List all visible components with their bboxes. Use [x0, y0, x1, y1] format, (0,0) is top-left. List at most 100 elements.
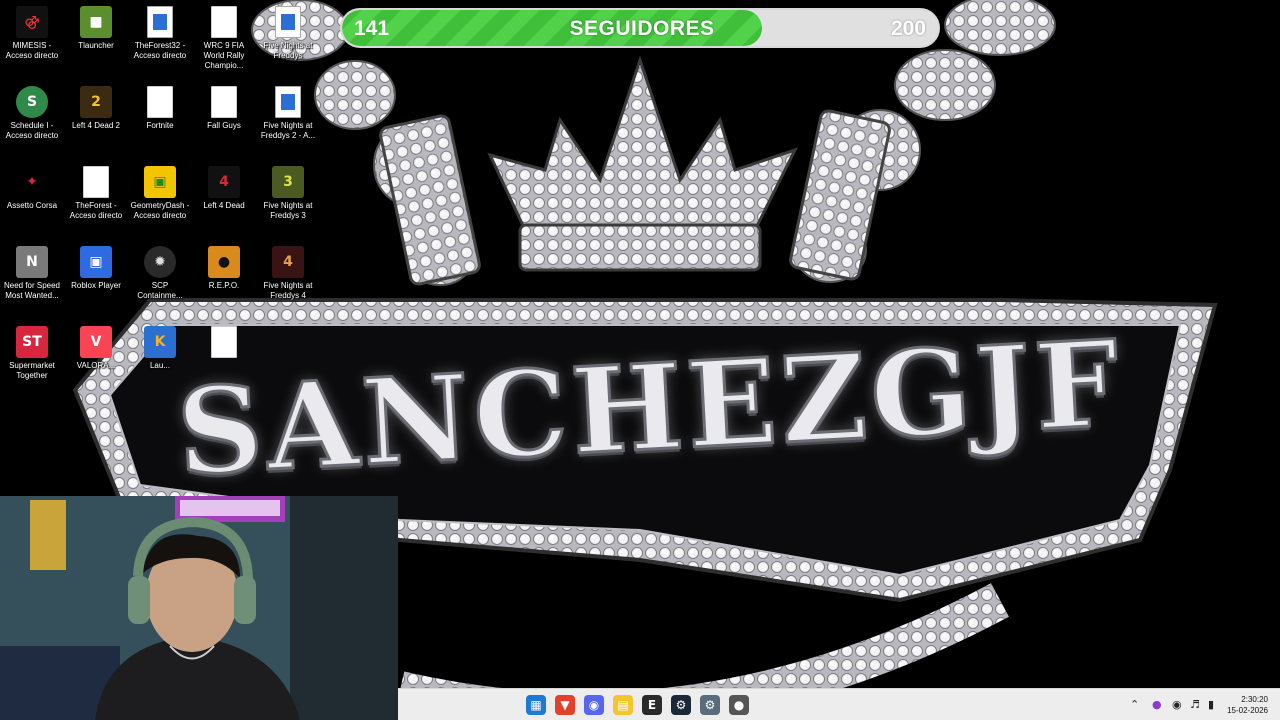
desktop-icon[interactable]: 4 Five Nights at Freddys 4: [256, 242, 320, 320]
shortcut-icon: [275, 86, 301, 118]
desktop-icon-label: MIMESIS - Acceso directo: [5, 41, 59, 60]
launcher-icon: K: [144, 326, 176, 358]
roblox-icon: ▣: [80, 246, 112, 278]
volume-icon[interactable]: ♬: [1190, 698, 1200, 711]
battery-icon[interactable]: ▮: [1208, 698, 1214, 711]
fnaf3-icon: 3: [272, 166, 304, 198]
discord-icon[interactable]: ◉: [584, 695, 604, 715]
desktop-icon-label: Fortnite: [146, 121, 174, 130]
fnaf4-icon: 4: [272, 246, 304, 278]
desktop-icon-label: Schedule I - Acceso directo: [5, 121, 59, 140]
desktop-icon[interactable]: Fortnite: [128, 82, 192, 160]
shortcut-icon: [147, 6, 173, 38]
desktop-icon[interactable]: ✦ Assetto Corsa: [0, 162, 64, 240]
desktop-icon[interactable]: ⚣ MIMESIS - Acceso directo: [0, 2, 64, 80]
follower-goal-bar: SEGUIDORES 141 200: [340, 8, 940, 48]
desktop-icon[interactable]: ▣ Roblox Player: [64, 242, 128, 320]
desktop-icon[interactable]: TheForest32 - Acceso directo: [128, 2, 192, 80]
desktop-icon-label: VALORA...: [76, 361, 116, 370]
desktop-icon-label: GeometryDash - Acceso directo: [130, 201, 190, 220]
left4dead-icon: 4: [208, 166, 240, 198]
tlauncher-icon: ■: [80, 6, 112, 38]
clasp-right: [789, 109, 891, 281]
desktop-icon[interactable]: WRC 9 FIA World Rally Champio...: [192, 2, 256, 80]
desktop-icon-label: Need for Speed Most Wanted...: [3, 281, 61, 300]
desktop-icon-label: Left 4 Dead 2: [71, 121, 121, 130]
crown-graphic: [487, 55, 798, 272]
brave-browser-icon[interactable]: ▼: [555, 695, 575, 715]
poster: [30, 500, 66, 570]
desktop-icon[interactable]: TheForest - Acceso directo: [64, 162, 128, 240]
desktop-icon[interactable]: 2 Left 4 Dead 2: [64, 82, 128, 160]
valorant-icon: V: [80, 326, 112, 358]
clock-time: 2:30:20: [1241, 695, 1268, 704]
shortcut-icon: [275, 6, 301, 38]
desktop-icon-label: Tlauncher: [78, 41, 114, 50]
desktop-icon[interactable]: ● R.E.P.O.: [192, 242, 256, 320]
desktop-icon[interactable]: [192, 322, 256, 400]
file-icon: [211, 6, 237, 38]
steam-icon[interactable]: ⚙: [671, 695, 691, 715]
file-explorer-icon[interactable]: ▤: [613, 695, 633, 715]
windows-start-icon[interactable]: ▦: [526, 695, 546, 715]
desktop-icon-label: Five Nights at Freddys 4: [263, 281, 313, 300]
desktop-icon[interactable]: V VALORA...: [64, 322, 128, 400]
desktop-icon[interactable]: ▣ GeometryDash - Acceso directo: [128, 162, 192, 240]
desktop-icon[interactable]: N Need for Speed Most Wanted...: [0, 242, 64, 320]
desktop-icon[interactable]: ST Supermarket Together: [0, 322, 64, 400]
desktop-icon-label: Assetto Corsa: [6, 201, 58, 210]
mimesis-icon: ⚣: [16, 6, 48, 38]
follower-goal-target: 200: [890, 17, 926, 40]
desktop-icon-label: Fall Guys: [207, 121, 241, 130]
webcam-feed: [0, 496, 398, 720]
taskbar: ▦ ▼ ◉ ▤ E ⚙ ⚙ ● ⌃ ● ◉ ♬ ▮ 2:30:20 15-02-2026: [398, 688, 1280, 720]
desktop-icon-label: Five Nights at Freddys 3: [263, 201, 313, 220]
assetto-corsa-icon: ✦: [26, 174, 38, 190]
desktop-icon[interactable]: ■ Tlauncher: [64, 2, 128, 80]
wifi-icon[interactable]: ◉: [1172, 698, 1182, 711]
desktop-icon[interactable]: 3 Five Nights at Freddys 3: [256, 162, 320, 240]
desktop-icon-label: Supermarket Together: [9, 361, 55, 380]
follower-goal-label: SEGUIDORES: [569, 17, 715, 40]
supermarket-together-icon: ST: [16, 326, 48, 358]
need-for-speed-icon: N: [16, 246, 48, 278]
desktop-icon-label: SCP Containme...: [137, 281, 183, 300]
file-icon: [211, 326, 237, 358]
scp-icon: ✹: [144, 246, 176, 278]
desktop-icon-label: Lau...: [149, 361, 170, 370]
microphone-icon[interactable]: ●: [1152, 698, 1162, 711]
repo-icon: ●: [208, 246, 240, 278]
system-clock[interactable]: 2:30:20 15-02-2026: [1227, 694, 1268, 716]
webcam-overlay: [0, 496, 398, 720]
desktop-icon-label: Five Nights at Freddys: [263, 41, 313, 60]
desktop-icon-label: WRC 9 FIA World Rally Champio...: [203, 41, 245, 70]
desktop-icon-label: TheForest - Acceso directo: [69, 201, 123, 220]
desktop-icon[interactable]: Fall Guys: [192, 82, 256, 160]
file-icon: [83, 166, 109, 198]
desktop-icon[interactable]: K Lau...: [128, 322, 192, 400]
desktop-icon-label: Left 4 Dead: [203, 201, 245, 210]
file-icon: [211, 86, 237, 118]
chevron-up-icon[interactable]: ⌃: [1130, 698, 1139, 711]
desktop-icon[interactable]: S Schedule I - Acceso directo: [0, 82, 64, 160]
clasp-left: [379, 114, 481, 286]
desktop-icon-label: Five Nights at Freddys 2 - A...: [260, 121, 316, 140]
recorder-icon[interactable]: ●: [729, 695, 749, 715]
desktop-icon[interactable]: 4 Left 4 Dead: [192, 162, 256, 240]
geometry-dash-icon: ▣: [144, 166, 176, 198]
desktop-icon-label: R.E.P.O.: [208, 281, 240, 290]
file-icon: [147, 86, 173, 118]
epic-games-icon[interactable]: E: [642, 695, 662, 715]
headset-ear-left: [128, 576, 150, 624]
clock-date: 15-02-2026: [1227, 706, 1268, 715]
desktop-icon-label: Roblox Player: [71, 281, 121, 290]
follower-goal-current: 141: [354, 17, 390, 40]
desktop-icon[interactable]: ✹ SCP Containme...: [128, 242, 192, 320]
desktop-icon[interactable]: Five Nights at Freddys: [256, 2, 320, 80]
headset-ear-right: [234, 576, 256, 624]
settings-icon[interactable]: ⚙: [700, 695, 720, 715]
desktop-icon[interactable]: Five Nights at Freddys 2 - A...: [256, 82, 320, 160]
schedule-i-icon: S: [16, 86, 48, 118]
left4dead2-icon: 2: [80, 86, 112, 118]
desktop-icon-label: TheForest32 - Acceso directo: [133, 41, 187, 60]
